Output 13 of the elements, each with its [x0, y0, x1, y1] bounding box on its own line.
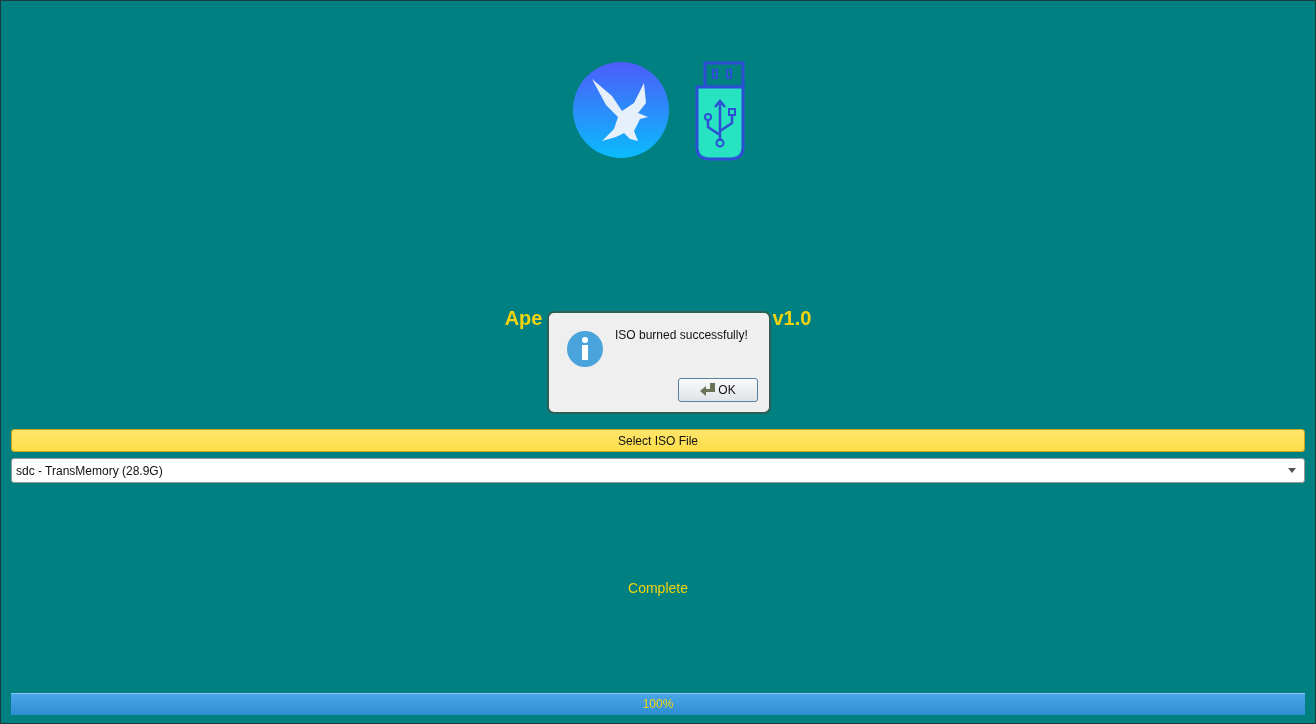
usb-drive-icon [694, 61, 746, 161]
status-label: Complete [628, 580, 688, 596]
return-arrow-icon [700, 383, 717, 397]
progress-reading: 100% [642, 697, 674, 711]
select-iso-button[interactable]: Select ISO File [11, 429, 1305, 452]
app-title: v1.0 [772, 307, 812, 331]
device-dropdown[interactable]: sdc - TransMemory (28.9G) [11, 458, 1305, 483]
dialog-message: ISO burned successfully! [615, 328, 748, 342]
app-title: Ape [504, 307, 543, 331]
dropdown-arrow-icon [1288, 468, 1296, 473]
info-icon [567, 331, 603, 367]
ok-button[interactable]: OK [678, 378, 758, 402]
eagle-logo-icon [572, 61, 670, 159]
